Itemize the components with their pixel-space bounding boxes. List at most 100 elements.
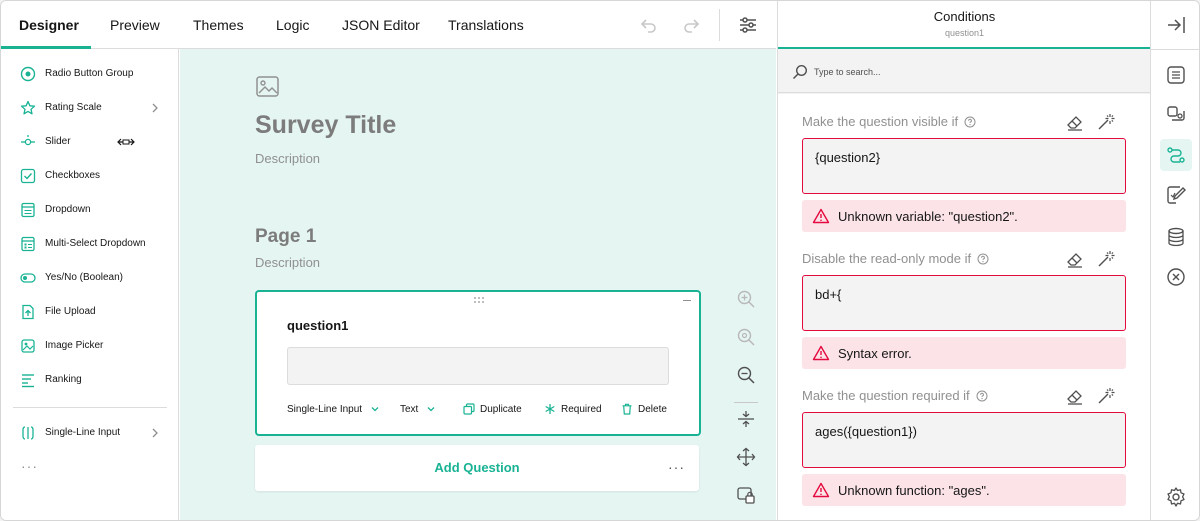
required-toggle[interactable]: Required	[544, 402, 602, 416]
resize-cursor-icon	[117, 138, 135, 146]
delete-label: Delete	[638, 403, 667, 415]
add-question-button[interactable]: Add Question	[255, 445, 699, 491]
add-question-bar: Add Question ···	[255, 445, 699, 491]
duplicate-button[interactable]: Duplicate	[463, 402, 522, 416]
survey-description[interactable]: Description	[255, 151, 320, 166]
toolbox-item-label: Multi-Select Dropdown	[45, 238, 146, 249]
toolbox-item-single-line-input[interactable]: Single-Line Input	[1, 418, 179, 448]
ranking-icon	[22, 374, 34, 388]
toolbox-item-rating-scale[interactable]: Rating Scale	[1, 93, 179, 123]
conditions-logic-icon[interactable]	[1164, 143, 1188, 167]
toolbox-item-slider[interactable]: Slider	[1, 127, 179, 157]
zoom-reset-icon[interactable]	[736, 327, 756, 347]
survey-title[interactable]: Survey Title	[255, 111, 396, 140]
magic-wand-icon[interactable]	[1096, 386, 1116, 406]
data-database-icon[interactable]	[1164, 225, 1188, 249]
rating-icon	[20, 100, 36, 115]
condition-required-expression-input[interactable]: ages({question1})	[802, 412, 1126, 468]
sidebar-divider	[1151, 49, 1199, 50]
toolbox-item-multi-select-dropdown[interactable]: Multi-Select Dropdown	[1, 229, 179, 259]
layout-icon[interactable]	[1164, 103, 1188, 127]
toolbox-item-file-upload[interactable]: File Upload	[1, 297, 179, 327]
gear-icon[interactable]	[1164, 485, 1188, 509]
file-upload-icon	[22, 304, 34, 320]
condition-readonly-expression-input[interactable]: bd+{	[802, 275, 1126, 331]
expand-all-icon[interactable]	[736, 447, 756, 467]
eraser-icon[interactable]	[1065, 386, 1085, 406]
tab-themes[interactable]: Themes	[193, 1, 244, 49]
collapse-question-button[interactable]	[683, 300, 691, 301]
zoom-out-icon[interactable]	[736, 365, 756, 385]
toolbox-item-checkboxes[interactable]: Checkboxes	[1, 161, 179, 191]
warning-icon	[812, 345, 830, 361]
toolbox-item-label: Rating Scale	[45, 102, 102, 113]
tab-json-editor[interactable]: JSON Editor	[342, 1, 420, 49]
search-input[interactable]	[814, 61, 1114, 83]
toolbox-item-dropdown[interactable]: Dropdown	[1, 195, 179, 225]
warning-icon	[812, 482, 830, 498]
chevron-down-icon	[371, 407, 379, 412]
slider-icon	[21, 135, 35, 146]
eraser-icon[interactable]	[1065, 249, 1085, 269]
question-type-dropdown[interactable]: Single-Line Input	[287, 402, 380, 416]
collapse-all-icon[interactable]	[736, 409, 756, 429]
help-icon[interactable]	[976, 390, 988, 402]
tab-preview[interactable]: Preview	[110, 1, 160, 49]
toolbox-more-button[interactable]: ···	[21, 459, 38, 473]
dropdown-icon	[21, 202, 35, 218]
search-icon	[792, 64, 808, 80]
conditions-list: Make the question visible if {question2}…	[778, 94, 1151, 520]
duplicate-label: Duplicate	[480, 403, 522, 415]
design-canvas: Survey Title Description Page 1 Descript…	[180, 49, 776, 520]
panel-subtitle: question1	[944, 28, 985, 38]
condition-visible-expression-input[interactable]: {question2}	[802, 138, 1126, 194]
condition-label-text: Disable the read-only mode if	[802, 251, 972, 266]
question-card[interactable]: question1 Single-Line Input Text Duplica…	[255, 290, 701, 436]
page-title[interactable]: Page 1	[255, 226, 316, 248]
general-settings-icon[interactable]	[1164, 63, 1188, 87]
condition-required-error: Unknown function: "ages".	[802, 474, 1126, 506]
condition-required-label: Make the question required if	[802, 388, 988, 403]
zoom-in-icon[interactable]	[736, 289, 756, 309]
canvas-tools-divider	[734, 402, 758, 403]
conditions-panel-header: Conditions question1	[778, 1, 1151, 49]
toolbox-item-label: Yes/No (Boolean)	[45, 272, 124, 283]
undo-icon[interactable]	[637, 13, 661, 37]
toolbox-item-ranking[interactable]: Ranking	[1, 365, 179, 395]
toolbox-item-label: Ranking	[45, 374, 82, 385]
magic-wand-icon[interactable]	[1096, 249, 1116, 269]
condition-visible-error: Unknown variable: "question2".	[802, 200, 1126, 232]
eraser-icon[interactable]	[1065, 112, 1085, 132]
toggle-icon	[20, 273, 36, 283]
toolbox-item-yes-no-boolean[interactable]: Yes/No (Boolean)	[1, 263, 179, 293]
chevron-right-icon[interactable]	[149, 102, 161, 114]
magic-wand-icon[interactable]	[1096, 112, 1116, 132]
toolbox-item-radio-button-group[interactable]: Radio Button Group	[1, 59, 179, 89]
condition-visible-label: Make the question visible if	[802, 114, 976, 129]
help-icon[interactable]	[977, 253, 989, 265]
page-description[interactable]: Description	[255, 255, 320, 270]
chevron-right-icon[interactable]	[149, 427, 161, 439]
top-toolbar: Designer Preview Themes Logic JSON Edito…	[1, 1, 776, 49]
drag-handle-icon[interactable]	[473, 296, 485, 304]
redo-icon[interactable]	[679, 13, 703, 37]
trash-icon	[622, 403, 632, 415]
property-grid-sidebar	[1150, 1, 1199, 520]
delete-button[interactable]: Delete	[621, 402, 667, 416]
tab-translations[interactable]: Translations	[448, 1, 524, 49]
validation-edit-icon[interactable]	[1164, 183, 1188, 207]
question-title[interactable]: question1	[287, 318, 348, 333]
input-type-dropdown[interactable]: Text	[400, 402, 436, 416]
tab-designer[interactable]: Designer	[19, 1, 79, 49]
close-circle-icon[interactable]	[1164, 265, 1188, 289]
conditions-panel: Conditions question1 Make the question v…	[777, 1, 1151, 520]
add-question-options-button[interactable]: ···	[668, 459, 685, 475]
toolbox-item-image-picker[interactable]: Image Picker	[1, 331, 179, 361]
help-icon[interactable]	[964, 116, 976, 128]
collapse-panel-icon[interactable]	[1164, 13, 1188, 37]
survey-logo-placeholder-icon[interactable]	[255, 75, 281, 99]
tab-logic[interactable]: Logic	[276, 1, 309, 49]
toolbox-divider	[13, 407, 167, 408]
settings-sliders-icon[interactable]	[736, 13, 760, 37]
lock-question-icon[interactable]	[736, 485, 756, 505]
